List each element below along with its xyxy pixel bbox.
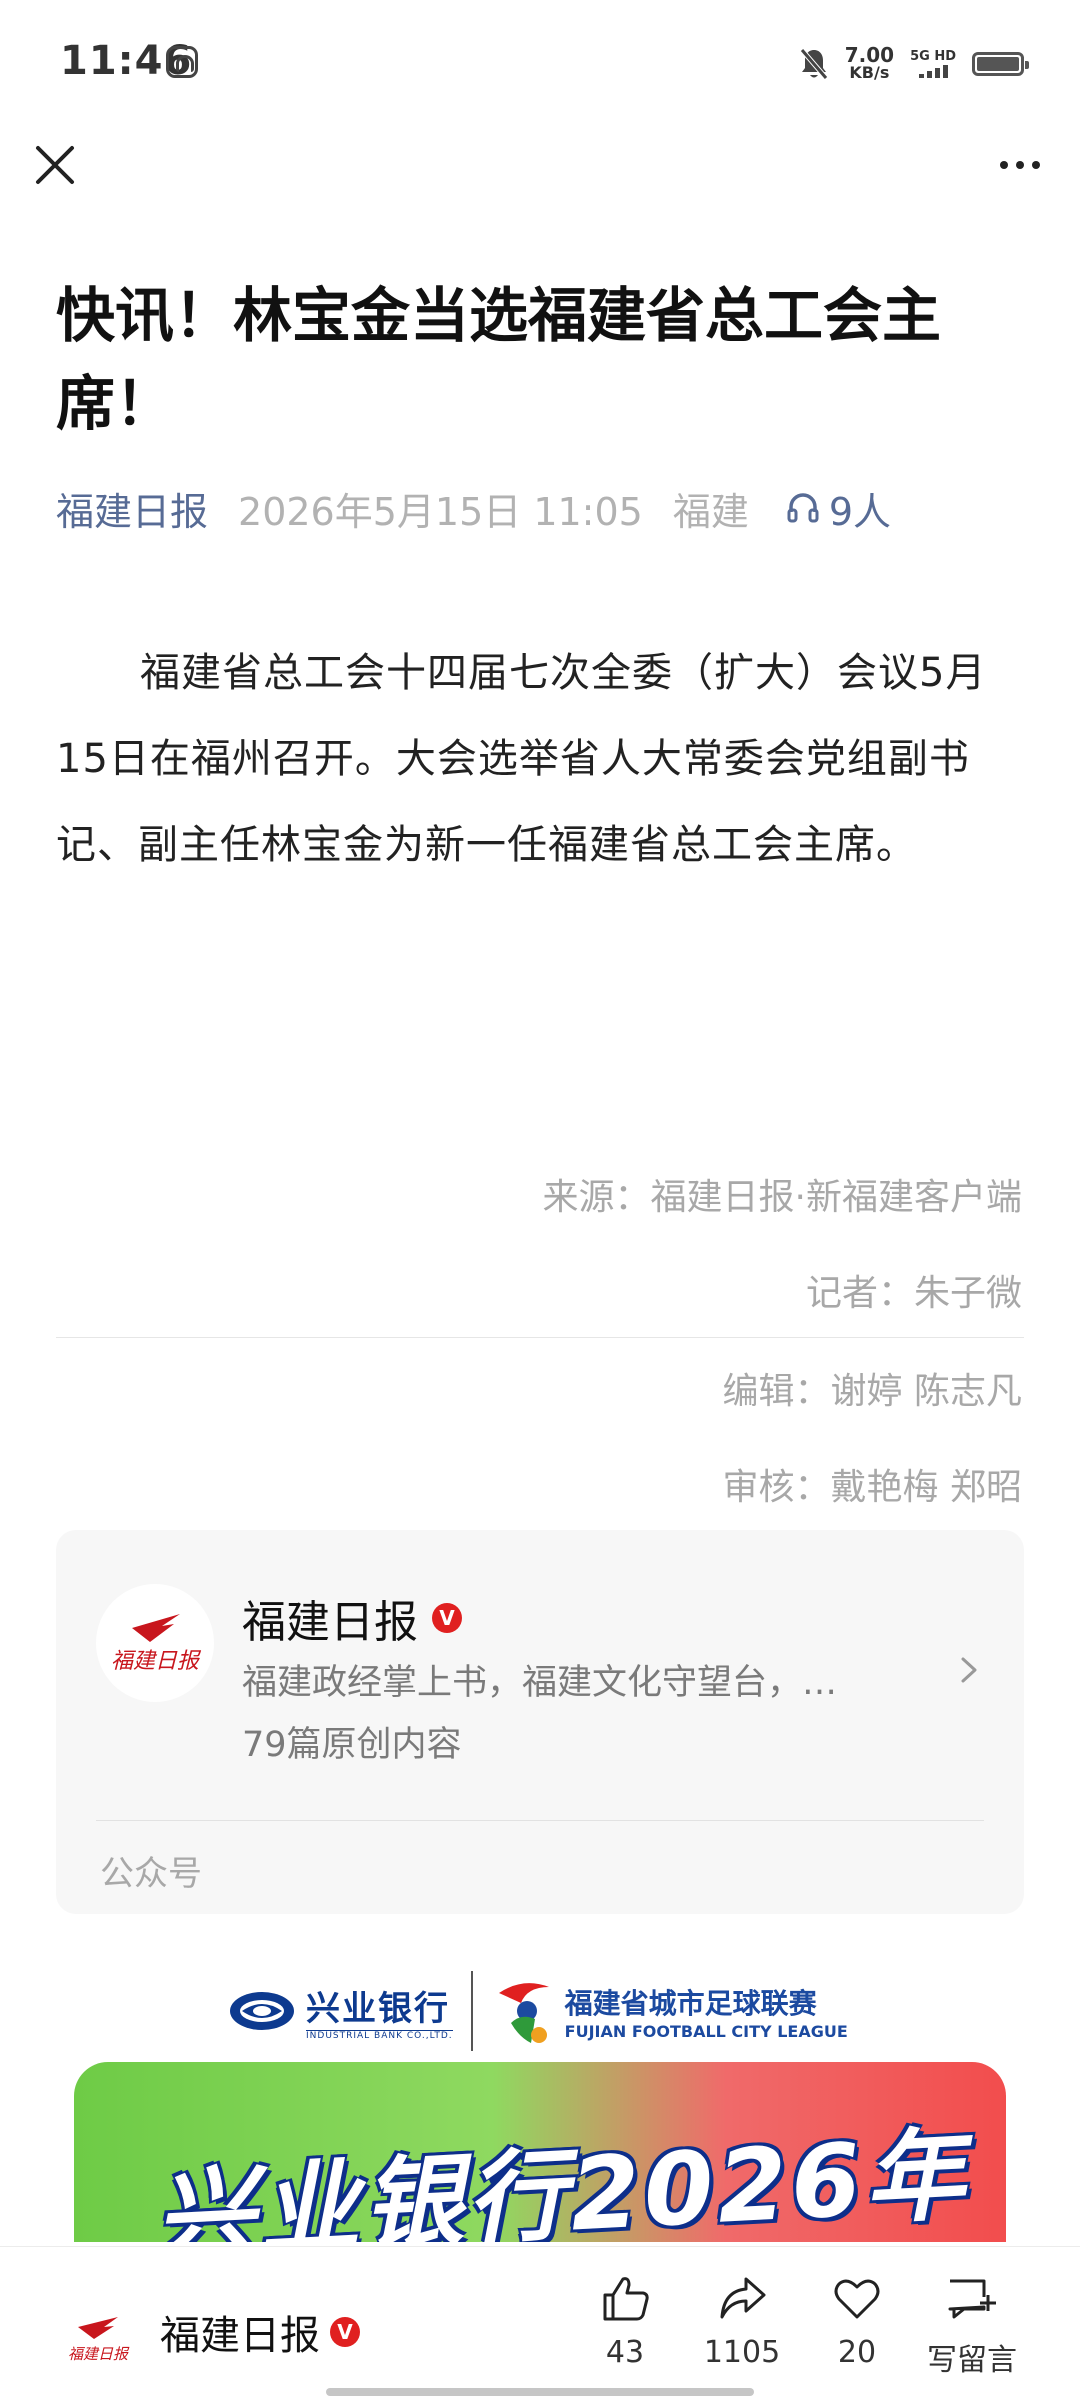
home-indicator[interactable] [326, 2388, 754, 2396]
credit-source: 来源：福建日报·新福建客户端 [542, 1177, 1022, 1218]
net-speed: 7.00 KB/s [844, 43, 895, 82]
credit-review: 审核：戴艳梅 郑昭 [722, 1467, 1022, 1508]
ad-headline: 兴业银行2026年 [151, 2115, 972, 2242]
favorite-count: 20 [837, 2335, 877, 2370]
battery-icon [972, 52, 1029, 76]
account-description: 福建政经掌上书，福建文化守望台，… [242, 1663, 838, 1703]
net-speed-value: 7.00 [844, 43, 895, 67]
account-type-label: 公众号 [100, 1854, 202, 1894]
share-count: 1105 [703, 2335, 781, 2370]
like-button[interactable]: 43 [575, 2271, 675, 2370]
more-icon-dot [1016, 161, 1024, 169]
share-button[interactable]: 1105 [692, 2271, 792, 2370]
app-notification-icon [166, 46, 198, 78]
mute-bell-icon [799, 47, 829, 81]
headphones-icon [787, 493, 819, 523]
comment-label: 写留言 [927, 2343, 1017, 2378]
league-name-en: FUJIAN FOOTBALL CITY LEAGUE [564, 2021, 848, 2041]
verified-badge-icon: V [432, 1603, 462, 1633]
bank-swirl-icon [230, 1992, 294, 2030]
signal-bars-icon [918, 64, 948, 78]
article-title: 快讯！林宝金当选福建省总工会主席！ [56, 281, 942, 438]
article-meta: 福建日报 2026年5月15日 11:05 福建 9人 [56, 478, 891, 538]
heart-icon [834, 2279, 880, 2319]
league-name: 福建省城市足球联赛 [564, 1986, 817, 2020]
credit-reporter: 记者：朱子微 [805, 1273, 1022, 1314]
thumbs-up-icon [603, 2277, 649, 2321]
more-icon-dot [1032, 161, 1040, 169]
league-emblem-icon [498, 1983, 549, 2043]
comment-button[interactable]: 写留言 [922, 2271, 1022, 2379]
article-source-link[interactable]: 福建日报 [56, 481, 208, 536]
article-region: 福建 [672, 489, 749, 534]
football-league-logo: 福建省城市足球联赛 FUJIAN FOOTBALL CITY LEAGUE [491, 1973, 848, 2049]
listener-count: 9人 [828, 489, 892, 534]
status-bar: 11:46 7.00 KB/s 5G HD [0, 0, 1080, 126]
fujian-daily-logo-icon: 福建日报 [111, 1614, 202, 1674]
signal-label: 5G HD [910, 49, 956, 64]
credits-divider [56, 1337, 1024, 1338]
credit-editor: 编辑：谢婷 陈志凡 [722, 1371, 1022, 1412]
svg-text:福建日报: 福建日报 [111, 1649, 202, 1674]
ad-banner[interactable]: 兴业银行2026年 [74, 2062, 1006, 2242]
industrial-bank-logo: 兴业银行 INDUSTRIAL BANK CO.,LTD. [228, 1981, 453, 2041]
ad-sponsor-row[interactable]: 兴业银行 INDUSTRIAL BANK CO.,LTD. 福建省城市足球联赛 … [228, 1966, 858, 2056]
chevron-right-icon [961, 1657, 977, 1683]
close-icon [36, 146, 74, 184]
net-speed-unit: KB/s [849, 63, 890, 82]
listen-button[interactable]: 9人 [785, 481, 891, 536]
more-icon-dot [1000, 161, 1008, 169]
svg-text:福建日报: 福建日报 [68, 2345, 130, 2363]
account-original-count: 79篇原创内容 [242, 1725, 462, 1765]
bank-name: 兴业银行 [306, 1989, 450, 2029]
favorite-button[interactable]: 20 [807, 2271, 907, 2370]
bank-name-en: INDUSTRIAL BANK CO.,LTD. [306, 2030, 453, 2041]
close-button[interactable] [30, 140, 80, 190]
account-avatar: 福建日报 [96, 1584, 214, 1702]
bottom-action-bar: 福建日报 福建日报 V 43 1105 20 写留言 [0, 2246, 1080, 2408]
verified-badge-icon: V [330, 2317, 360, 2347]
bottom-account-name: 福建日报 [160, 2313, 320, 2359]
card-divider [96, 1820, 984, 1821]
account-name-row: 福建日报 V [242, 1586, 462, 1650]
status-indicators: 7.00 KB/s 5G HD [799, 42, 1029, 86]
article-date: 2026年5月15日 11:05 [238, 489, 643, 534]
bottom-account[interactable]: 福建日报 V [160, 2303, 360, 2361]
account-card[interactable]: 福建日报 福建日报 V 福建政经掌上书，福建文化守望台，… 79篇原创内容 公众… [56, 1530, 1024, 1914]
comment-add-icon [948, 2279, 996, 2319]
account-name: 福建日报 [242, 1597, 418, 1648]
article-body: 福建省总工会十四届七次全委（扩大）会议5月15日在福州召开。大会选举省人大常委会… [56, 650, 987, 868]
share-arrow-icon [720, 2277, 766, 2319]
more-options-button[interactable] [990, 150, 1050, 180]
like-count: 43 [605, 2335, 645, 2370]
signal-indicator: 5G HD [910, 50, 956, 78]
account-logo-icon[interactable]: 福建日报 [60, 2299, 136, 2375]
sponsor-separator [470, 1971, 473, 2051]
